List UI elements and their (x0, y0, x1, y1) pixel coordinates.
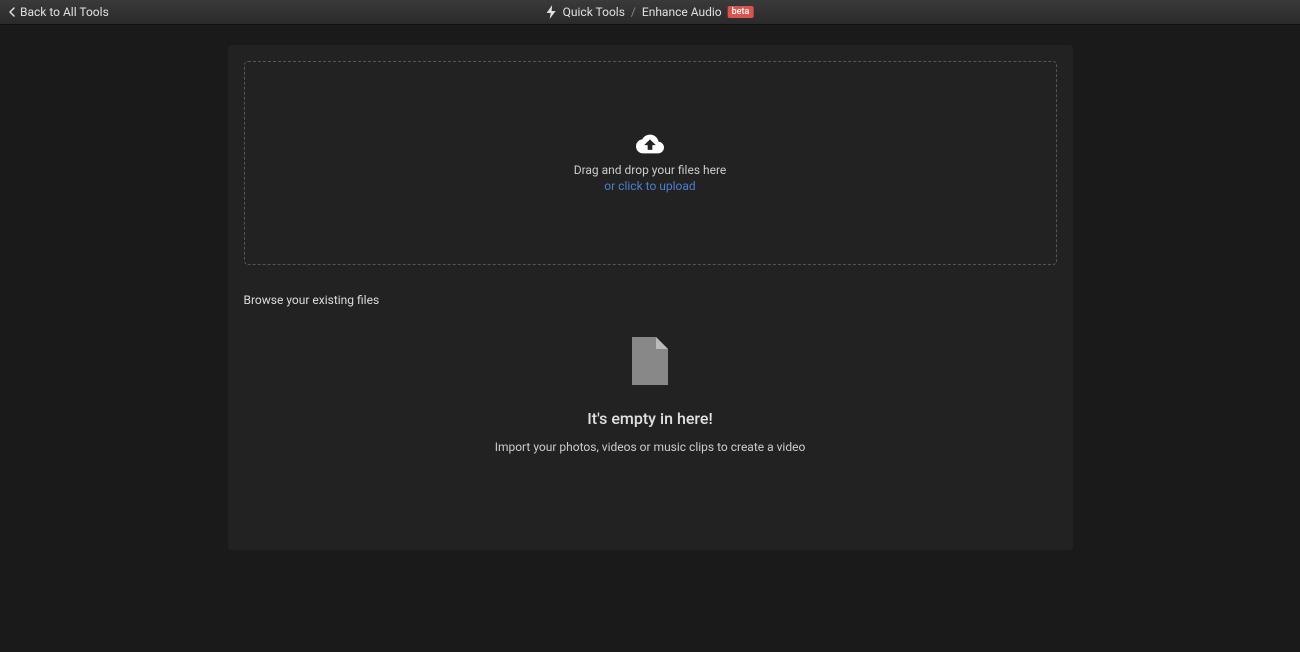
breadcrumb-separator: / (631, 5, 636, 19)
breadcrumb-item-1[interactable]: Quick Tools (563, 5, 625, 19)
header-bar: Back to All Tools Quick Tools / Enhance … (0, 0, 1300, 25)
file-icon (632, 337, 668, 385)
breadcrumb: Quick Tools / Enhance Audio beta (547, 5, 754, 19)
back-label: Back to All Tools (20, 5, 109, 19)
empty-state: It's empty in here! Import your photos, … (244, 327, 1057, 534)
file-icon-wrap (632, 337, 668, 389)
main-content: Drag and drop your files here or click t… (0, 25, 1300, 570)
beta-badge: beta (728, 6, 754, 18)
empty-state-title: It's empty in here! (587, 409, 712, 428)
back-button[interactable]: Back to All Tools (8, 5, 109, 19)
cloud-upload-icon (636, 133, 664, 155)
dropzone-text-link: or click to upload (604, 179, 695, 193)
upload-panel: Drag and drop your files here or click t… (228, 45, 1073, 550)
lightning-icon (547, 5, 557, 19)
chevron-left-icon (8, 6, 16, 18)
browse-section-label: Browse your existing files (244, 293, 1057, 307)
dropzone[interactable]: Drag and drop your files here or click t… (244, 61, 1057, 265)
dropzone-text-primary: Drag and drop your files here (574, 163, 727, 177)
empty-state-subtitle: Import your photos, videos or music clip… (495, 440, 806, 454)
breadcrumb-item-2: Enhance Audio (642, 5, 722, 19)
